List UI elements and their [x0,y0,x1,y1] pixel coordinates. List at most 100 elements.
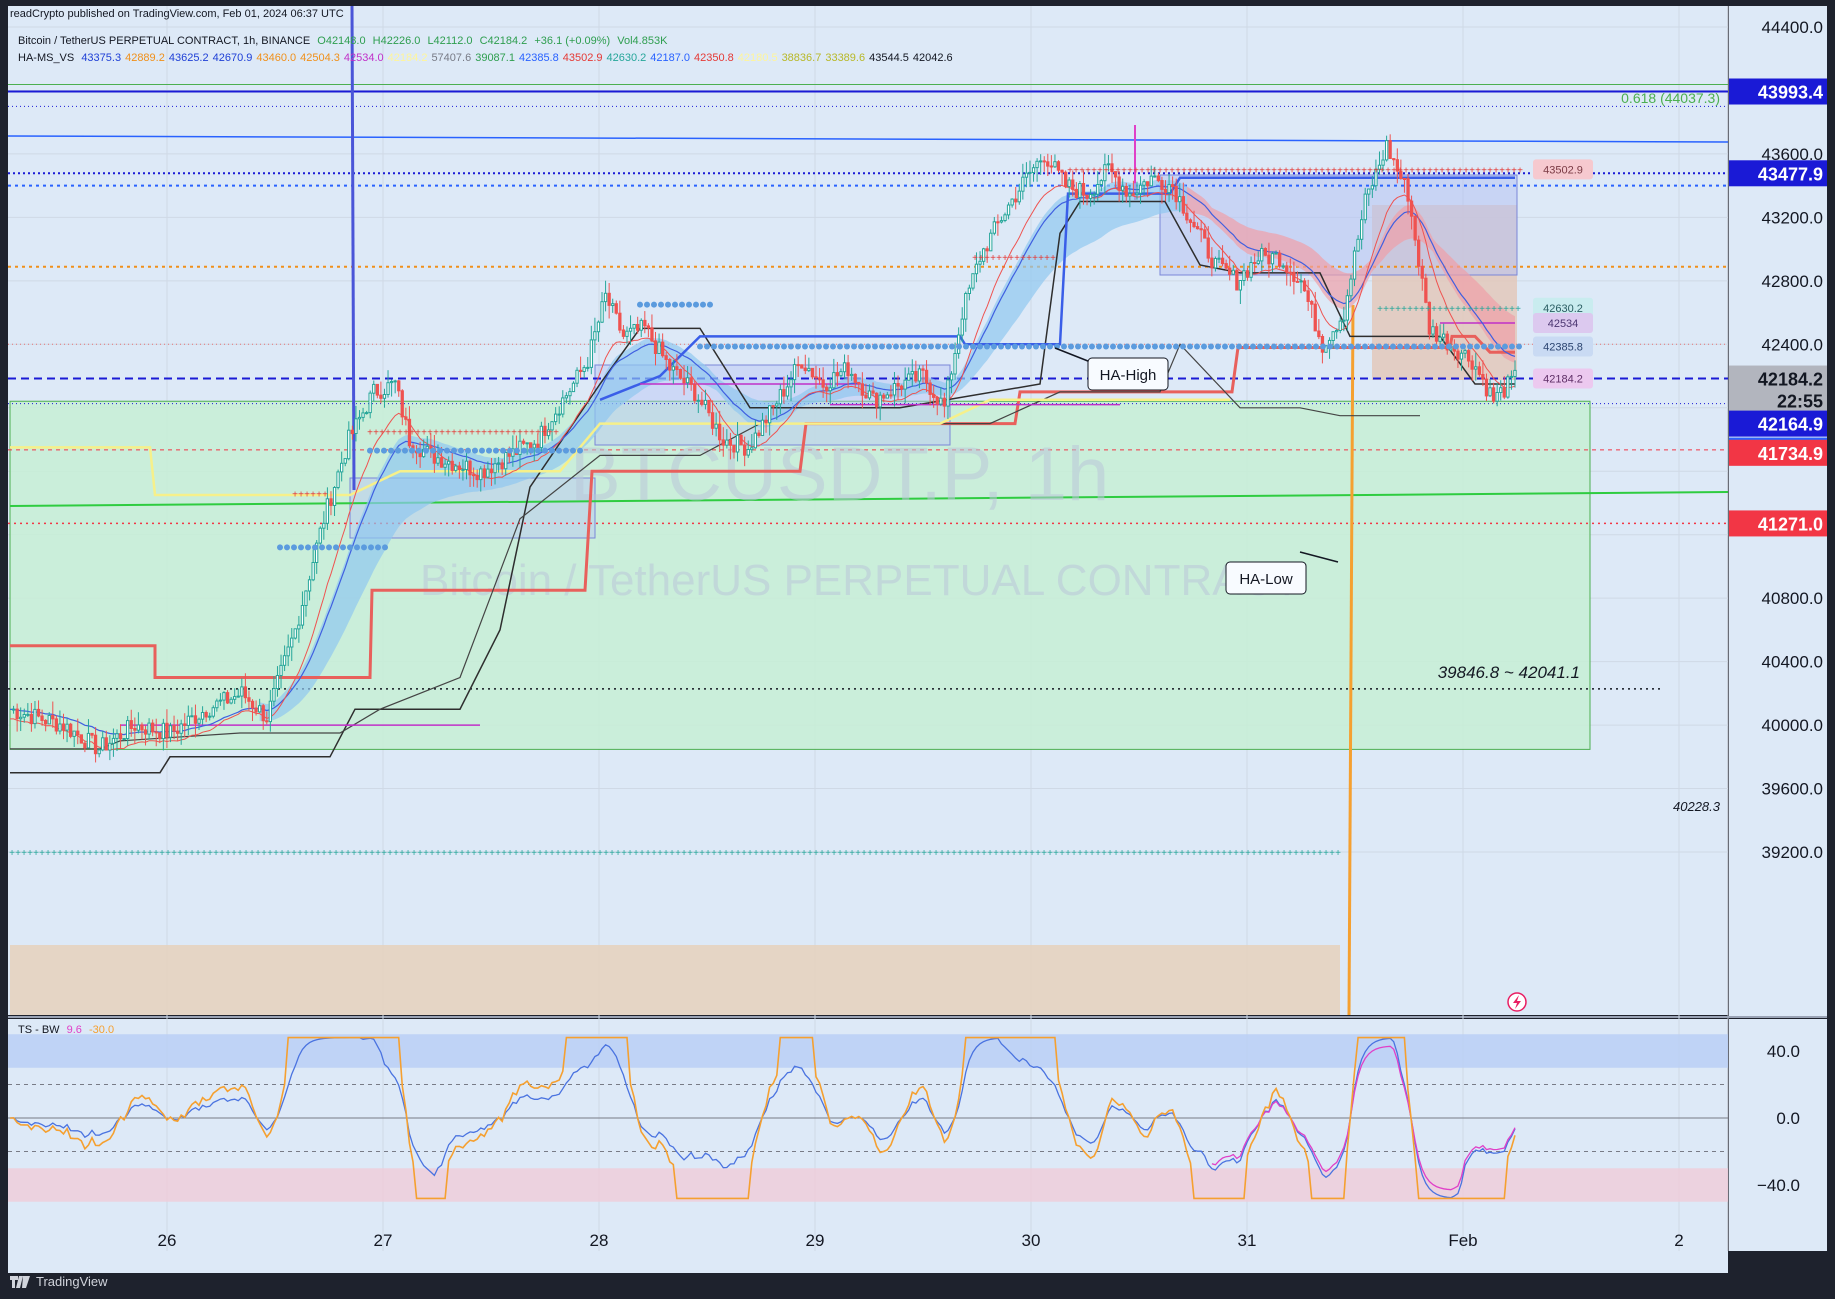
upper-box [1159,174,1518,276]
candle-body [689,377,693,385]
candle-body [361,412,365,418]
candle-body [953,353,957,375]
blue-dot [535,447,541,454]
blue-dot [416,447,422,454]
blue-vertical [350,5,356,491]
price-badge-text: 43993.4 [1758,83,1823,103]
candle-body [785,386,790,397]
candle-body [828,387,832,392]
candle-body [69,723,73,737]
candle-body [646,325,651,329]
candle-body [946,379,950,407]
blue-dot [1040,343,1046,350]
price-badge-text: 41271.0 [1758,514,1823,534]
price-badge: 41271.0 [1729,510,1827,537]
candle-body [322,522,326,529]
published-line: readCrypto published on TradingView.com,… [10,8,344,20]
alert-flash-icon[interactable] [1507,992,1527,1012]
blue-dot [1012,343,1018,350]
candle-body [1231,269,1235,275]
candle-body [992,221,997,234]
candle-body [1174,185,1178,203]
candle-body [521,440,526,444]
indicator-value: 42630.2 [606,52,647,64]
candle-body [1096,184,1100,195]
candle-body [557,413,561,416]
candle-body [814,376,818,379]
candle-body [350,429,355,435]
blue-dot [570,447,576,454]
candle-body [379,394,383,399]
blue-dot [1264,343,1270,350]
candle-body [1263,248,1267,256]
candle-body [589,339,594,368]
candle-body [1288,271,1292,274]
candle-body [193,715,198,724]
blue-dot [704,343,710,350]
footer: TradingView [10,1274,108,1289]
blue-dot [963,343,969,350]
candle-body [1467,350,1471,362]
candle-body [250,700,255,709]
candle-body [168,725,173,738]
candle-body [949,373,954,381]
right-label: 42184.2 [1533,368,1593,389]
candle-body [1431,326,1435,335]
blue-dot [837,343,843,350]
candle-body [1317,330,1321,338]
oscillator-name: TS - BW [18,1024,60,1036]
candle-body [700,399,704,405]
candle-body [875,392,879,408]
candle-body [1188,219,1193,223]
candle-body [860,383,865,396]
candle-body [1121,185,1125,191]
price-axis[interactable]: 44400.043600.043200.042800.042400.040800… [1729,6,1827,1251]
candle-body [1499,387,1503,394]
blue-dot [707,301,713,308]
candle-body [996,221,1000,224]
candle-body [928,382,932,395]
candle-body [857,381,861,385]
candle-body [1306,290,1310,302]
candle-body [1088,194,1093,199]
candle-body [22,714,26,718]
candle-body [835,372,840,377]
candle-body [279,664,283,677]
candle-body [1138,184,1143,194]
candle-body [1210,257,1214,269]
ha-high-label: HA-High [1100,367,1157,384]
blue-dot [514,447,520,454]
blue-dot [1306,343,1312,350]
blue-dot [949,343,955,350]
candle-body [1031,167,1036,173]
blue-dot [1404,343,1410,350]
candle-body [817,377,822,381]
blue-dot [858,343,864,350]
blue-dot [760,343,766,350]
candle-body [989,232,993,252]
indicator-value: 42042.6 [912,52,953,64]
blue-dot [1215,343,1221,350]
blue-dot [1397,343,1403,350]
candle-body [707,399,711,414]
candle-body [343,458,347,464]
indicator-value: 42385.8 [518,52,559,64]
indicator-value: 42184.2 [387,52,428,64]
candle-body [1142,181,1146,186]
candle-body [97,749,101,755]
candle-body [218,699,223,702]
candle-body [1488,387,1492,397]
osc-upper-band [8,1034,1728,1068]
price-tick: 40400.0 [1762,653,1823,672]
level-40228-label: 40228.3 [1673,799,1721,814]
blue-dot [1194,343,1200,350]
candle-body [1128,193,1132,197]
candle-body [136,724,140,731]
price-badge-text: 42184.2 [1758,370,1823,390]
indicator-value: 42180.5 [737,52,778,64]
indicator-value: 43502.9 [562,52,603,64]
candle-body [1067,179,1071,188]
blue-dot [1467,343,1473,350]
candle-body [932,394,936,398]
candle-body [290,637,294,648]
